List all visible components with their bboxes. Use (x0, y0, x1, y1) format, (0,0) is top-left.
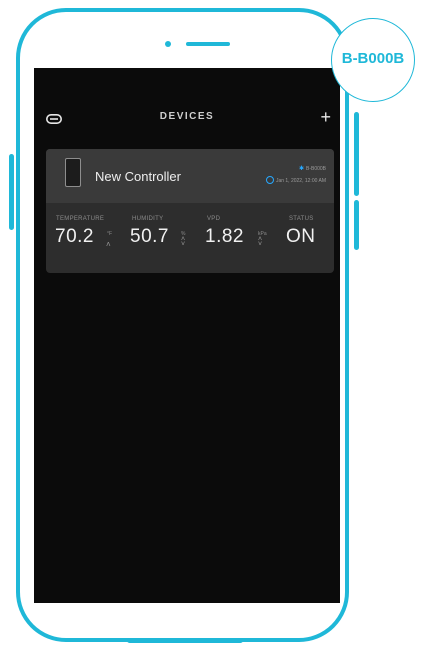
home-indicator[interactable] (127, 638, 243, 643)
status-value: ON (286, 226, 316, 247)
device-id-badge: B-B000B (331, 18, 415, 102)
humidity-value: 50.7 (130, 226, 169, 247)
temperature-label: TEMPERATURE (56, 216, 105, 222)
page-title: DEVICES (159, 111, 215, 122)
side-button-left (9, 154, 14, 230)
speaker-grille (186, 42, 230, 46)
trend-up-icon: ˄ (106, 240, 111, 249)
device-card-header: New Controller ✱ B-B000B Jan 1, 2022, 12:… (46, 149, 334, 203)
device-card[interactable]: New Controller ✱ B-B000B Jan 1, 2022, 12:… (46, 149, 334, 273)
device-name: New Controller (95, 169, 181, 184)
bluetooth-label: B-B000B (305, 166, 326, 172)
timestamp: Jan 1, 2022, 12:00 AM (275, 178, 326, 184)
add-device-icon[interactable]: + (320, 108, 331, 126)
temperature-unit: °F (107, 231, 113, 237)
side-button-right-3 (354, 200, 359, 250)
timestamp-row: Jan 1, 2022, 12:00 AM (265, 176, 326, 184)
vpd-label: VPD (207, 216, 221, 222)
humidity-label: HUMIDITY (132, 216, 164, 222)
temperature-value: 70.2 (55, 226, 94, 247)
trend-updown-icon: ˄ ˅ (258, 236, 263, 248)
status-label: STATUS (289, 216, 314, 222)
vpd-value: 1.82 (205, 226, 244, 247)
clock-icon (265, 176, 274, 184)
badge-text: B-B000B (341, 50, 405, 67)
top-bar: DEVICES + (34, 68, 340, 146)
bluetooth-row: ✱ B-B000B (299, 165, 326, 172)
app-screen: DEVICES + New Controller ✱ B-B000B Jan 1,… (34, 68, 340, 603)
camera-dot (165, 41, 171, 47)
controller-icon (65, 158, 81, 187)
trend-updown-icon: ˄ ˅ (181, 236, 186, 248)
side-button-right-2 (354, 140, 359, 196)
bluetooth-icon: ✱ (298, 166, 304, 172)
